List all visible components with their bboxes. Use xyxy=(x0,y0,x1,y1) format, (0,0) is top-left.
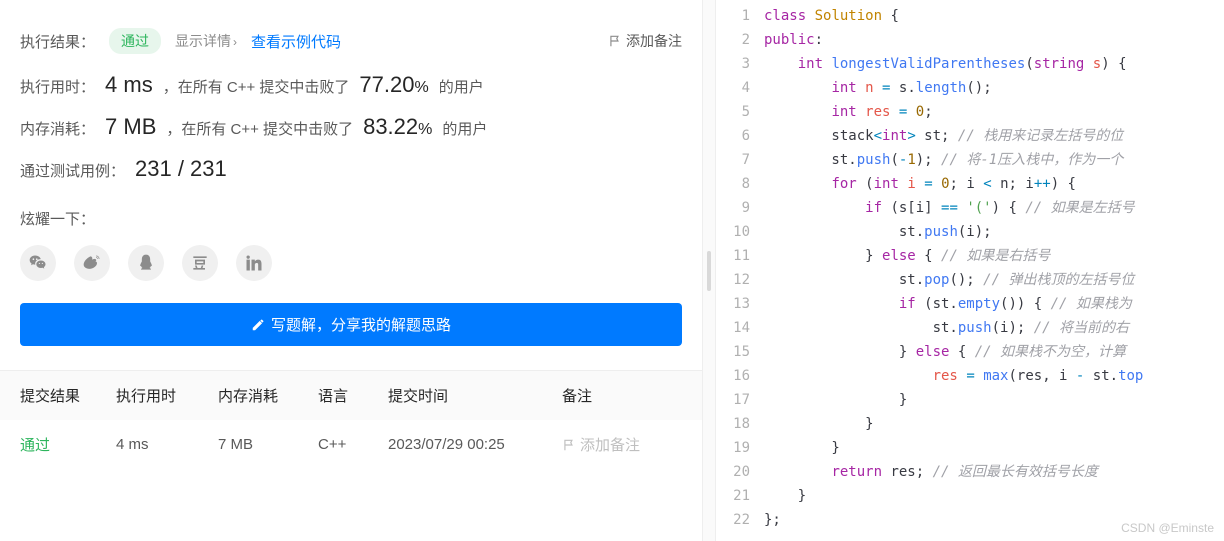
pen-icon xyxy=(251,318,265,332)
memory-row: 内存消耗： 7 MB ，在所有 C++ 提交中击败了 83.22% 的用户 xyxy=(20,106,682,148)
linkedin-icon[interactable] xyxy=(236,245,272,281)
social-row xyxy=(20,237,682,303)
flag-icon xyxy=(608,34,622,48)
row-time: 2023/07/29 00:25 xyxy=(388,436,562,453)
show-detail-link[interactable]: 显示详情› xyxy=(175,31,237,51)
runtime-percent: 77.20% xyxy=(359,72,428,98)
watermark: CSDN @Eminste xyxy=(1121,521,1214,535)
douban-icon[interactable] xyxy=(182,245,218,281)
runtime-value: 4 ms xyxy=(105,72,153,98)
table-row[interactable]: 通过 4 ms 7 MB C++ 2023/07/29 00:25 添加备注 xyxy=(0,420,702,469)
memory-percent: 83.22% xyxy=(363,114,432,140)
share-label: 炫耀一下： xyxy=(20,190,682,237)
testcases-row: 通过测试用例： 231 / 231 xyxy=(20,148,682,190)
row-status: 通过 xyxy=(20,434,116,455)
row-runtime: 4 ms xyxy=(116,436,218,453)
row-note[interactable]: 添加备注 xyxy=(562,434,682,455)
memory-value: 7 MB xyxy=(105,114,156,140)
code-editor[interactable]: 12345678910111213141516171819202122 clas… xyxy=(716,0,1224,541)
write-solution-button[interactable]: 写题解，分享我的解题思路 xyxy=(20,303,682,346)
status-badge: 通过 xyxy=(109,28,161,54)
row-memory: 7 MB xyxy=(218,436,318,453)
table-header: 提交结果 执行用时 内存消耗 语言 提交时间 备注 xyxy=(0,371,702,420)
flag-icon xyxy=(562,438,576,452)
testcases-value: 231 / 231 xyxy=(135,156,227,182)
wechat-icon[interactable] xyxy=(20,245,56,281)
code-content[interactable]: class Solution {public: int longestValid… xyxy=(764,4,1224,541)
line-gutter: 12345678910111213141516171819202122 xyxy=(716,4,764,541)
add-note-link[interactable]: 添加备注 xyxy=(608,31,682,51)
weibo-icon[interactable] xyxy=(74,245,110,281)
results-panel: 执行结果： 通过 显示详情› 查看示例代码 添加备注 执行用时： 4 ms ，在… xyxy=(0,0,702,541)
view-example-link[interactable]: 查看示例代码 xyxy=(251,31,341,52)
row-lang: C++ xyxy=(318,436,388,453)
result-header: 执行结果： 通过 显示详情› 查看示例代码 添加备注 xyxy=(20,10,682,64)
runtime-row: 执行用时： 4 ms ，在所有 C++ 提交中击败了 77.20% 的用户 xyxy=(20,64,682,106)
result-label: 执行结果： xyxy=(20,31,95,52)
chevron-right-icon: › xyxy=(233,35,237,49)
submissions-table: 提交结果 执行用时 内存消耗 语言 提交时间 备注 通过 4 ms 7 MB C… xyxy=(0,370,702,469)
qq-icon[interactable] xyxy=(128,245,164,281)
split-divider[interactable] xyxy=(702,0,716,541)
